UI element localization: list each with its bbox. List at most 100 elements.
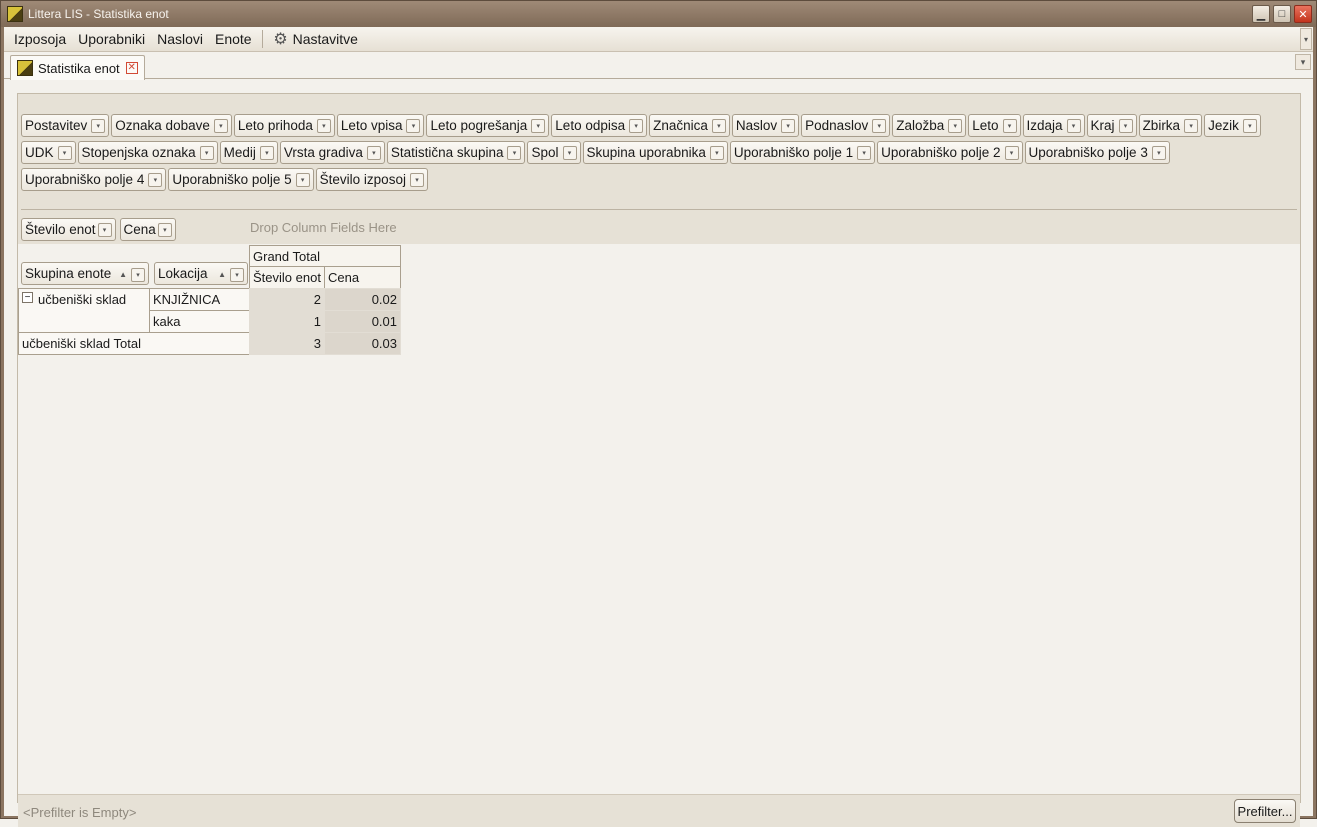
row-field-lokacija[interactable]: Lokacija ▲ ▾	[154, 262, 248, 285]
data-fields-row: Število enot ▾ Cena ▾	[21, 218, 176, 241]
dropdown-arrow-icon[interactable]: ▾	[857, 145, 872, 160]
row-header-kaka[interactable]: kaka	[149, 310, 250, 333]
tab-close-icon[interactable]: ✕	[125, 62, 138, 74]
field-oznaka-dobave[interactable]: Oznaka dobave ▾	[111, 114, 232, 137]
field-kraj[interactable]: Kraj ▾	[1086, 114, 1137, 137]
dropdown-arrow-icon[interactable]: ▾	[131, 268, 145, 282]
menu-enote[interactable]: Enote	[209, 28, 258, 50]
dropdown-arrow-icon[interactable]: ▾	[406, 118, 421, 133]
field-leto-prihoda[interactable]: Leto prihoda ▾	[233, 114, 335, 137]
dropdown-arrow-icon[interactable]: ▾	[1002, 118, 1017, 133]
dropdown-arrow-icon[interactable]: ▾	[230, 268, 244, 282]
dropdown-arrow-icon[interactable]: ▾	[213, 118, 228, 133]
field-postavitev[interactable]: Postavitev ▾	[21, 114, 110, 137]
field-vrsta-gradiva[interactable]: Vrsta gradiva ▾	[279, 141, 385, 164]
dropdown-arrow-icon[interactable]: ▾	[57, 145, 72, 160]
menu-overflow-button[interactable]: ▾	[1300, 28, 1312, 50]
field-label: Značnica	[653, 118, 708, 133]
dropdown-arrow-icon[interactable]: ▾	[1184, 118, 1199, 133]
field-stevilo-izposoj[interactable]: Število izposoj ▾	[315, 168, 428, 191]
drop-column-fields-area[interactable]: Drop Column Fields Here	[250, 220, 397, 235]
dropdown-arrow-icon[interactable]: ▾	[1151, 145, 1166, 160]
dropdown-arrow-icon[interactable]: ▾	[507, 145, 522, 160]
field-zalozba[interactable]: Založba ▾	[892, 114, 967, 137]
field-stopenjska-oznaka[interactable]: Stopenjska oznaka ▾	[77, 141, 218, 164]
collapse-icon[interactable]: −	[22, 292, 33, 303]
dropdown-arrow-icon[interactable]: ▾	[531, 118, 546, 133]
data-cell[interactable]: 2	[249, 288, 325, 311]
dropdown-arrow-icon[interactable]: ▾	[711, 118, 726, 133]
dropdown-arrow-icon[interactable]: ▾	[295, 172, 310, 187]
dropdown-arrow-icon[interactable]: ▾	[148, 172, 163, 187]
row-field-skupina-enote[interactable]: Skupina enote ▲ ▾	[21, 262, 149, 285]
field-leto-pogresanja[interactable]: Leto pogrešanja ▾	[426, 114, 550, 137]
title-bar[interactable]: Littera LIS - Statistika enot ▁ □ ✕	[1, 1, 1316, 27]
field-znacnica[interactable]: Značnica ▾	[649, 114, 730, 137]
filter-area: Postavitev ▾ Oznaka dobave ▾ Leto prihoda ▾…	[18, 94, 1300, 244]
field-udk[interactable]: UDK ▾	[21, 141, 76, 164]
col-header-stevilo-enot[interactable]: Število enot	[249, 266, 325, 289]
field-jezik[interactable]: Jezik ▾	[1204, 114, 1261, 137]
col-header-cena[interactable]: Cena	[324, 266, 401, 289]
maximize-button[interactable]: □	[1273, 5, 1291, 23]
field-label: Podnaslov	[805, 118, 869, 133]
data-cell-total[interactable]: 3	[249, 332, 325, 355]
dropdown-arrow-icon[interactable]: ▾	[1004, 145, 1019, 160]
dropdown-arrow-icon[interactable]: ▾	[629, 118, 644, 133]
dropdown-arrow-icon[interactable]: ▾	[781, 118, 796, 133]
field-leto-odpisa[interactable]: Leto odpisa ▾	[551, 114, 648, 137]
dropdown-arrow-icon[interactable]: ▾	[91, 118, 106, 133]
field-label: Statistična skupina	[390, 145, 504, 160]
dropdown-arrow-icon[interactable]: ▾	[366, 145, 381, 160]
field-zbirka[interactable]: Zbirka ▾	[1138, 114, 1203, 137]
dropdown-arrow-icon[interactable]: ▾	[316, 118, 331, 133]
dropdown-arrow-icon[interactable]: ▾	[948, 118, 963, 133]
data-cell-total[interactable]: 0.03	[324, 332, 401, 355]
field-uporabnisko-polje-3[interactable]: Uporabniško polje 3 ▾	[1024, 141, 1170, 164]
row-group-ucbeniski-sklad[interactable]: − učbeniški sklad	[18, 288, 150, 333]
minimize-button[interactable]: ▁	[1252, 5, 1270, 23]
dropdown-arrow-icon[interactable]: ▾	[157, 222, 172, 237]
field-medij[interactable]: Medij ▾	[219, 141, 278, 164]
field-naslov[interactable]: Naslov ▾	[731, 114, 800, 137]
field-uporabnisko-polje-1[interactable]: Uporabniško polje 1 ▾	[729, 141, 876, 164]
field-leto[interactable]: Leto ▾	[968, 114, 1021, 137]
tab-list-button[interactable]: ▾	[1295, 54, 1311, 70]
grand-total-header[interactable]: Grand Total	[249, 245, 401, 267]
row-total-ucbeniski-sklad[interactable]: učbeniški sklad Total	[18, 332, 250, 355]
field-uporabnisko-polje-5[interactable]: Uporabniško polje 5 ▾	[168, 168, 314, 191]
dropdown-arrow-icon[interactable]: ▾	[709, 145, 724, 160]
field-podnaslov[interactable]: Podnaslov ▾	[801, 114, 891, 137]
field-izdaja[interactable]: Izdaja ▾	[1022, 114, 1085, 137]
dropdown-arrow-icon[interactable]: ▾	[199, 145, 214, 160]
tab-statistika-enot[interactable]: Statistika enot ✕	[10, 55, 145, 80]
field-skupina-uporabnika[interactable]: Skupina uporabnika ▾	[582, 141, 728, 164]
dropdown-arrow-icon[interactable]: ▾	[872, 118, 887, 133]
field-leto-vpisa[interactable]: Leto vpisa ▾	[336, 114, 425, 137]
dropdown-arrow-icon[interactable]: ▾	[1242, 118, 1257, 133]
row-header-knjiznica[interactable]: KNJIŽNICA	[149, 288, 250, 311]
menu-nastavitve[interactable]: ⚙ Nastavitve	[267, 28, 364, 50]
menu-uporabniki[interactable]: Uporabniki	[72, 28, 151, 50]
dropdown-arrow-icon[interactable]: ▾	[1066, 118, 1081, 133]
prefilter-button[interactable]: Prefilter...	[1234, 799, 1296, 823]
dropdown-arrow-icon[interactable]: ▾	[1118, 118, 1133, 133]
close-window-button[interactable]: ✕	[1294, 5, 1312, 23]
data-cell[interactable]: 1	[249, 310, 325, 333]
field-statisticna-skupina[interactable]: Statistična skupina ▾	[386, 141, 526, 164]
dropdown-arrow-icon[interactable]: ▾	[562, 145, 577, 160]
field-uporabnisko-polje-2[interactable]: Uporabniško polje 2 ▾	[877, 141, 1023, 164]
data-field-stevilo-enot[interactable]: Število enot ▾	[21, 218, 116, 241]
data-cell[interactable]: 0.02	[324, 288, 401, 311]
menu-naslovi[interactable]: Naslovi	[151, 28, 209, 50]
field-spol[interactable]: Spol ▾	[527, 141, 581, 164]
dropdown-arrow-icon[interactable]: ▾	[97, 222, 112, 237]
field-label: Leto odpisa	[555, 118, 626, 133]
data-cell[interactable]: 0.01	[324, 310, 401, 333]
dropdown-arrow-icon[interactable]: ▾	[259, 145, 274, 160]
data-field-cena[interactable]: Cena ▾	[119, 218, 176, 241]
menu-izposoja[interactable]: Izposoja	[8, 28, 72, 50]
field-label: Spol	[531, 145, 559, 160]
dropdown-arrow-icon[interactable]: ▾	[409, 172, 424, 187]
field-uporabnisko-polje-4[interactable]: Uporabniško polje 4 ▾	[21, 168, 167, 191]
